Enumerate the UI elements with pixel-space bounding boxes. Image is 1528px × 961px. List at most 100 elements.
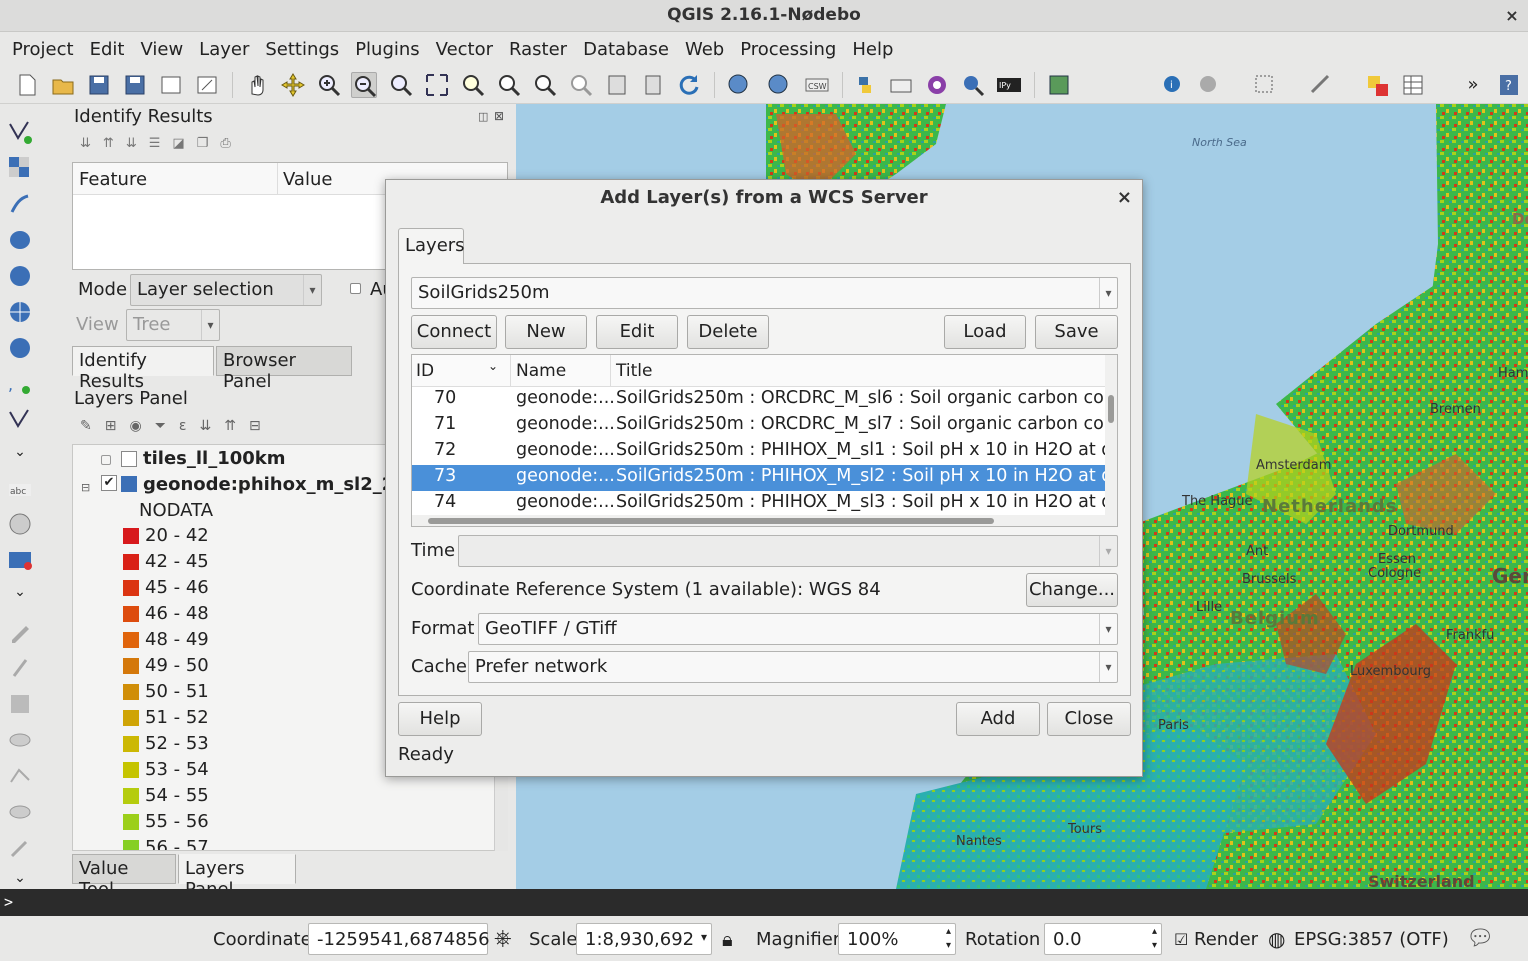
help-button[interactable]: Help	[398, 702, 482, 736]
help-icon[interactable]: ?	[1496, 72, 1522, 98]
zoom-last-icon[interactable]	[532, 72, 558, 98]
spin-arrows-icon[interactable]: ▴ ▾	[946, 925, 951, 953]
add-wms-icon[interactable]	[726, 72, 752, 98]
menu-processing[interactable]: Processing	[732, 39, 844, 60]
tab-identify-results[interactable]: Identify Results	[72, 346, 214, 392]
crs-status[interactable]: EPSG:3857 (OTF)	[1294, 929, 1449, 950]
close-button[interactable]: Close	[1047, 702, 1131, 736]
add-postgis-icon[interactable]	[6, 226, 34, 254]
cache-select[interactable]: Prefer network ▾	[468, 651, 1118, 683]
new-bookmark-icon[interactable]	[604, 72, 630, 98]
filter-icon[interactable]: ⏷	[155, 418, 179, 434]
deselect-icon[interactable]	[1364, 72, 1390, 98]
move-feature-icon[interactable]	[6, 762, 34, 790]
render-checkbox[interactable]: ☑	[1174, 930, 1188, 949]
scale-field[interactable]: 1:8,930,692 ▾	[576, 923, 712, 955]
table-row[interactable]: 72 geonode:... SoilGrids250m : PHIHOX_M_sl…	[412, 439, 1105, 465]
menu-raster[interactable]: Raster	[501, 39, 575, 60]
toggle-extents-icon[interactable]: ⎈	[494, 926, 512, 951]
layer-expand-box[interactable]	[101, 455, 111, 465]
tab-browser-panel[interactable]: Browser Panel	[216, 346, 352, 392]
table-row[interactable]: 74 geonode:... SoilGrids250m : PHIHOX_M_sl…	[412, 491, 1105, 517]
coordinate-field[interactable]: -1259541,6874856	[308, 923, 490, 955]
add-delimited-text-icon[interactable]: ,	[6, 370, 34, 398]
globe-icon[interactable]: ◍	[1268, 927, 1285, 951]
zoom-to-layer-icon[interactable]	[496, 72, 522, 98]
print-icon[interactable]: ⎙	[220, 136, 242, 151]
expand-new-icon[interactable]: ⇊	[126, 136, 149, 151]
toolbar-overflow-icon[interactable]: »	[1460, 72, 1486, 98]
close-dock-icon[interactable]: ⊠	[494, 109, 504, 123]
zoom-full-icon[interactable]	[424, 72, 450, 98]
rotation-field[interactable]: 0.0 ▴ ▾	[1044, 923, 1162, 955]
select-features-icon[interactable]	[1252, 72, 1278, 98]
menu-help[interactable]: Help	[844, 39, 901, 60]
menu-edit[interactable]: Edit	[82, 39, 133, 60]
python-console-icon[interactable]	[852, 72, 878, 98]
delete-selected-icon[interactable]	[6, 834, 34, 862]
show-bookmarks-icon[interactable]	[640, 72, 666, 98]
remove-layer-icon[interactable]: ⊟	[249, 418, 274, 434]
add-button[interactable]: Add	[956, 702, 1040, 736]
zoom-next-icon[interactable]	[568, 72, 594, 98]
auto-open-checkbox[interactable]	[350, 283, 361, 294]
identify-features-icon[interactable]: i	[1160, 72, 1186, 98]
add-wfs-layer-icon[interactable]	[6, 298, 34, 326]
menu-view[interactable]: View	[132, 39, 191, 60]
expand-toolbar-icon[interactable]: ⌄	[6, 584, 34, 612]
add-wms-layer-icon[interactable]	[6, 262, 34, 290]
lock-scale-icon[interactable]: 🔒︎	[722, 927, 733, 951]
menu-vector[interactable]: Vector	[428, 39, 501, 60]
add-feature-icon[interactable]	[6, 726, 34, 754]
float-icon[interactable]: ◫	[478, 110, 488, 123]
layer-checked-checkbox[interactable]: ✔	[101, 475, 117, 491]
add-vector-layer-icon[interactable]	[6, 118, 34, 146]
zoom-to-selection-icon[interactable]	[460, 72, 486, 98]
python-console[interactable]: >	[0, 889, 1528, 916]
expand-toolbar-icon[interactable]: ⌄	[6, 444, 34, 472]
filter-expression-icon[interactable]: ε	[179, 418, 200, 434]
table-row-selected[interactable]: 73 geonode:... SoilGrids250m : PHIHOX_M_sl…	[412, 465, 1105, 491]
add-virtual-layer-icon[interactable]	[6, 406, 34, 434]
tab-layers[interactable]: Layers	[398, 228, 465, 264]
tab-value-tool[interactable]: Value Tool	[72, 854, 176, 900]
table-vertical-scrollbar[interactable]	[1105, 355, 1117, 515]
zoom-out-icon[interactable]	[351, 72, 377, 98]
menu-project[interactable]: Project	[4, 39, 82, 60]
save-as-icon[interactable]	[122, 72, 148, 98]
expand-tree-icon[interactable]: ⇊	[80, 136, 103, 151]
styling-icon[interactable]: ✎	[80, 418, 105, 434]
composer-manager-icon[interactable]	[194, 72, 220, 98]
layer-visibility-checkbox[interactable]	[121, 451, 137, 467]
time-select[interactable]: ▾	[458, 535, 1118, 567]
mode-select[interactable]: Layer selection ▾	[130, 274, 322, 306]
new-button[interactable]: New	[505, 315, 587, 349]
zoom-native-icon[interactable]	[388, 72, 414, 98]
clear-results-icon[interactable]: ☰	[149, 136, 173, 151]
add-wcs-icon[interactable]	[766, 72, 792, 98]
ipython-icon[interactable]: IPy	[996, 72, 1022, 98]
menu-settings[interactable]: Settings	[257, 39, 347, 60]
table-horizontal-scrollbar[interactable]	[412, 515, 1117, 526]
window-close-button[interactable]: ×	[1502, 0, 1522, 31]
save-button[interactable]: Save	[1035, 315, 1118, 349]
table-row[interactable]: 70 geonode:... SoilGrids250m : ORCDRC_M_sl…	[412, 387, 1105, 413]
name-column-header[interactable]: Name	[516, 361, 566, 381]
map-tips-icon[interactable]	[1196, 72, 1222, 98]
menu-plugins[interactable]: Plugins	[347, 39, 427, 60]
pan-hand-icon[interactable]	[244, 72, 270, 98]
scrollbar-thumb[interactable]	[1108, 395, 1114, 423]
view-select[interactable]: Tree ▾	[126, 309, 220, 341]
info-search-icon[interactable]	[960, 72, 986, 98]
node-tool-icon[interactable]	[6, 798, 34, 826]
id-column-header[interactable]: ID	[416, 361, 434, 381]
processing-icon[interactable]	[924, 72, 950, 98]
add-group-icon[interactable]: ⊞	[105, 418, 130, 434]
title-column-header[interactable]: Title	[616, 361, 652, 381]
toggle-editing-icon[interactable]	[6, 654, 34, 682]
value-column-header[interactable]: Value	[283, 169, 332, 190]
tab-layers-panel[interactable]: Layers Panel	[178, 854, 296, 900]
label-tool-icon[interactable]: abc	[6, 476, 34, 504]
csw-icon[interactable]: CSW	[804, 72, 830, 98]
pin-labels-icon[interactable]	[6, 510, 34, 538]
